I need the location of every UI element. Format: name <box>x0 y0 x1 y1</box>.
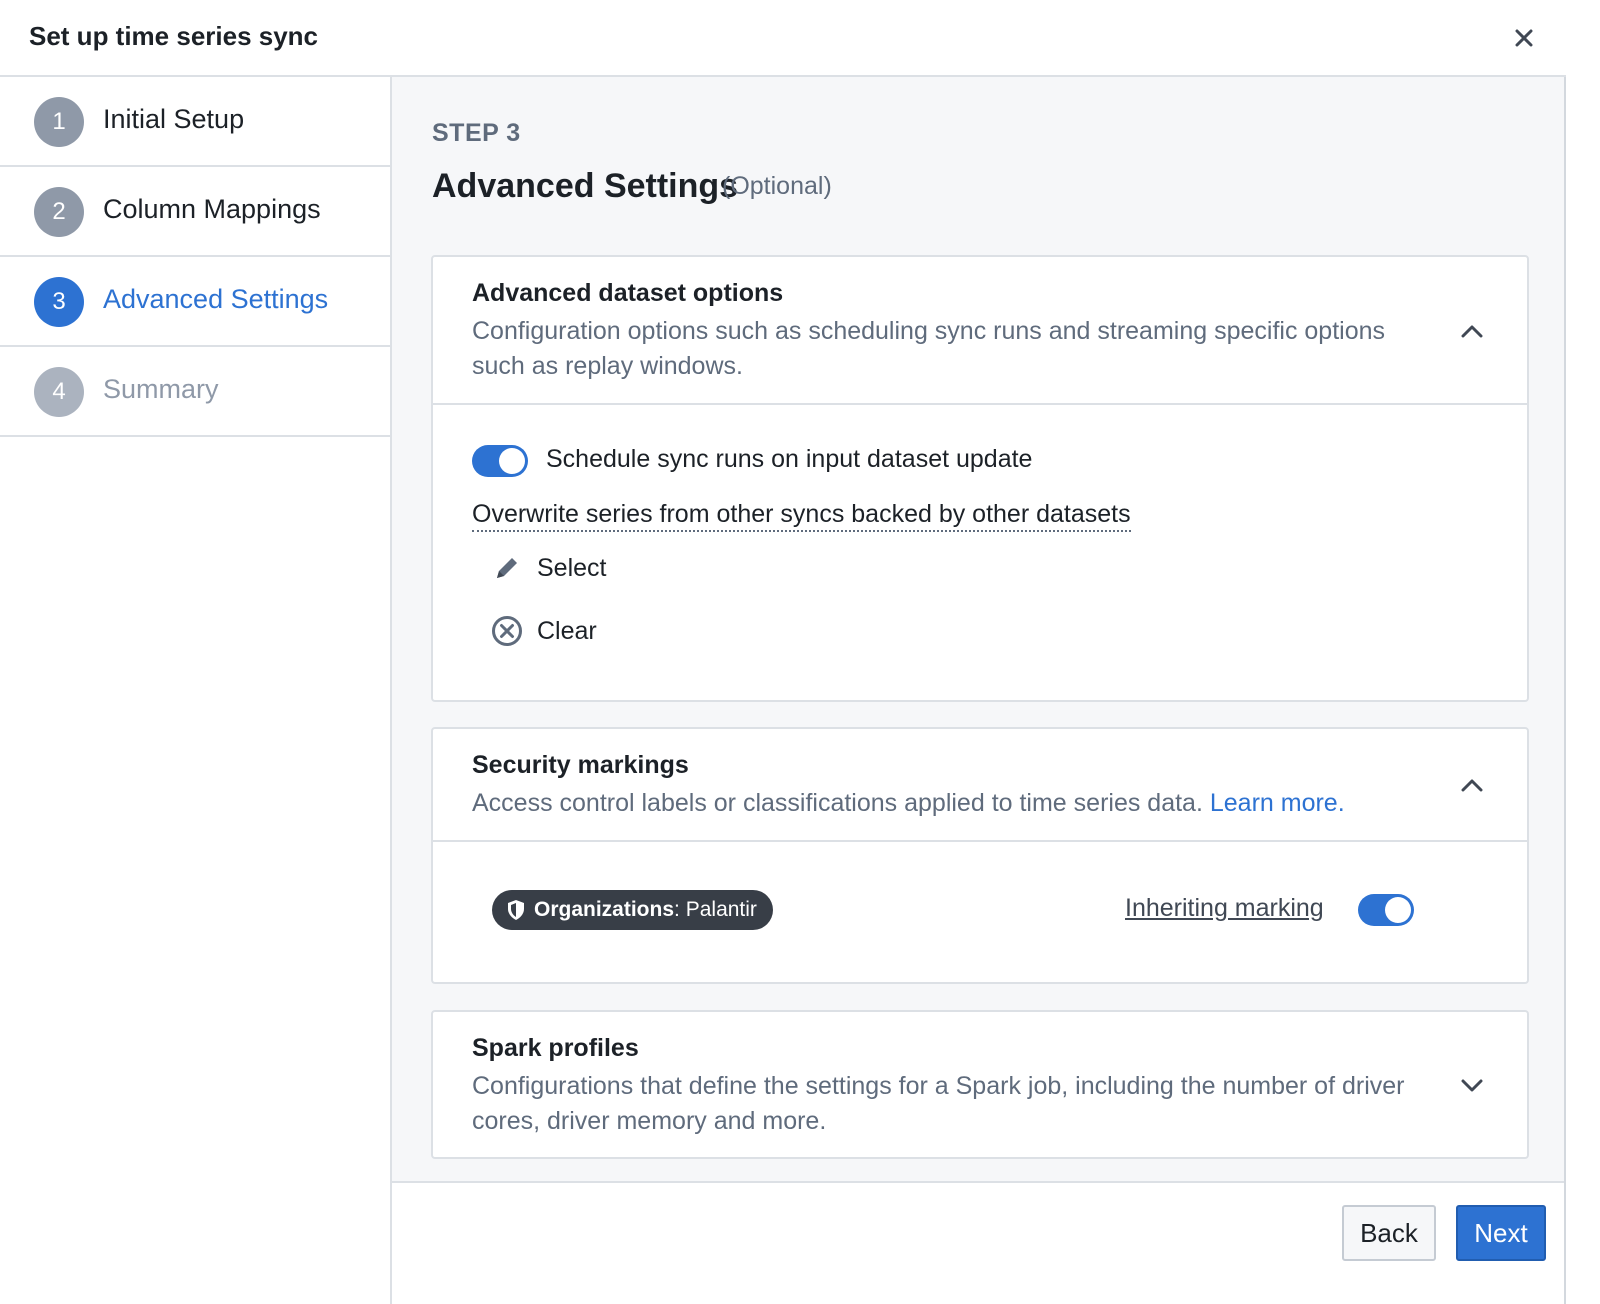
pencil-icon <box>491 552 523 584</box>
step-kicker: STEP 3 <box>432 119 521 147</box>
learn-more-link[interactable]: Learn more. <box>1210 789 1345 817</box>
step-label: Column Mappings <box>103 194 321 224</box>
page-title: Advanced Settings <box>432 167 739 205</box>
select-button[interactable]: Select <box>491 552 606 584</box>
dialog-title: Set up time series sync <box>29 21 319 51</box>
advanced-dataset-card: Advanced dataset options Configuration o… <box>431 255 1529 702</box>
step-number: 1 <box>34 97 84 147</box>
marking-separator: : <box>674 898 680 921</box>
select-label: Select <box>537 553 607 582</box>
dialog-header: Set up time series sync <box>0 0 1566 77</box>
card-divider <box>433 403 1527 405</box>
security-description-text: Access control labels or classifications… <box>472 789 1203 817</box>
advanced-dataset-header[interactable]: Advanced dataset options Configuration o… <box>433 257 1527 403</box>
security-markings-body: Organizations: Palantir Inheriting marki… <box>433 840 1527 984</box>
card-title: Advanced dataset options <box>472 279 784 307</box>
step-column-mappings[interactable]: 2 Column Mappings <box>0 167 390 257</box>
step-summary[interactable]: 4 Summary <box>0 347 390 437</box>
step-number: 4 <box>34 367 84 417</box>
schedule-sync-label: Schedule sync runs on input dataset upda… <box>546 445 1033 473</box>
step-initial-setup[interactable]: 1 Initial Setup <box>0 77 390 167</box>
security-markings-card: Security markings Access control labels … <box>431 727 1529 984</box>
inheriting-marking-toggle[interactable] <box>1358 894 1414 926</box>
overwrite-series-label: Overwrite series from other syncs backed… <box>472 500 1131 532</box>
card-title: Security markings <box>472 751 689 779</box>
inheriting-marking-link[interactable]: Inheriting marking <box>1125 894 1324 923</box>
clear-label: Clear <box>537 616 597 645</box>
optional-label: (Optional) <box>722 172 832 200</box>
schedule-sync-toggle[interactable] <box>472 445 528 477</box>
chevron-up-icon[interactable] <box>1457 770 1487 800</box>
spark-profiles-card: Spark profiles Configurations that defin… <box>431 1010 1529 1159</box>
main-panel: STEP 3 Advanced Settings (Optional) Adva… <box>392 77 1564 1181</box>
step-label: Advanced Settings <box>103 284 329 314</box>
marking-tag[interactable]: Organizations: Palantir <box>492 890 773 930</box>
dialog-footer: Back Next <box>392 1181 1564 1304</box>
close-icon <box>1515 29 1533 47</box>
card-description: Configurations that define the settings … <box>472 1072 1405 1135</box>
step-number: 2 <box>34 187 84 237</box>
stepper-sidebar: 1 Initial Setup 2 Column Mappings 3 Adva… <box>0 77 392 1304</box>
step-label: Initial Setup <box>103 104 245 134</box>
marking-key: Organizations <box>534 898 675 921</box>
chevron-down-icon[interactable] <box>1457 1070 1487 1100</box>
step-label: Summary <box>103 374 219 404</box>
card-description: Configuration options such as scheduling… <box>472 317 1386 380</box>
next-button[interactable]: Next <box>1456 1205 1546 1261</box>
back-button[interactable]: Back <box>1342 1205 1436 1261</box>
shield-icon <box>508 900 524 920</box>
dialog: Set up time series sync 1 Initial Setup … <box>0 0 1566 1304</box>
marking-value: Palantir <box>685 898 757 921</box>
card-title: Spark profiles <box>472 1034 639 1062</box>
chevron-up-icon[interactable] <box>1457 316 1487 346</box>
clear-circle-icon <box>491 615 523 647</box>
close-button[interactable] <box>1506 20 1542 56</box>
step-number: 3 <box>34 277 84 327</box>
security-markings-header[interactable]: Security markings Access control labels … <box>433 729 1527 840</box>
spark-profiles-header[interactable]: Spark profiles Configurations that defin… <box>433 1012 1527 1157</box>
clear-button[interactable]: Clear <box>491 615 597 647</box>
step-advanced-settings[interactable]: 3 Advanced Settings <box>0 257 390 347</box>
card-description: Access control labels or classifications… <box>472 786 1472 821</box>
